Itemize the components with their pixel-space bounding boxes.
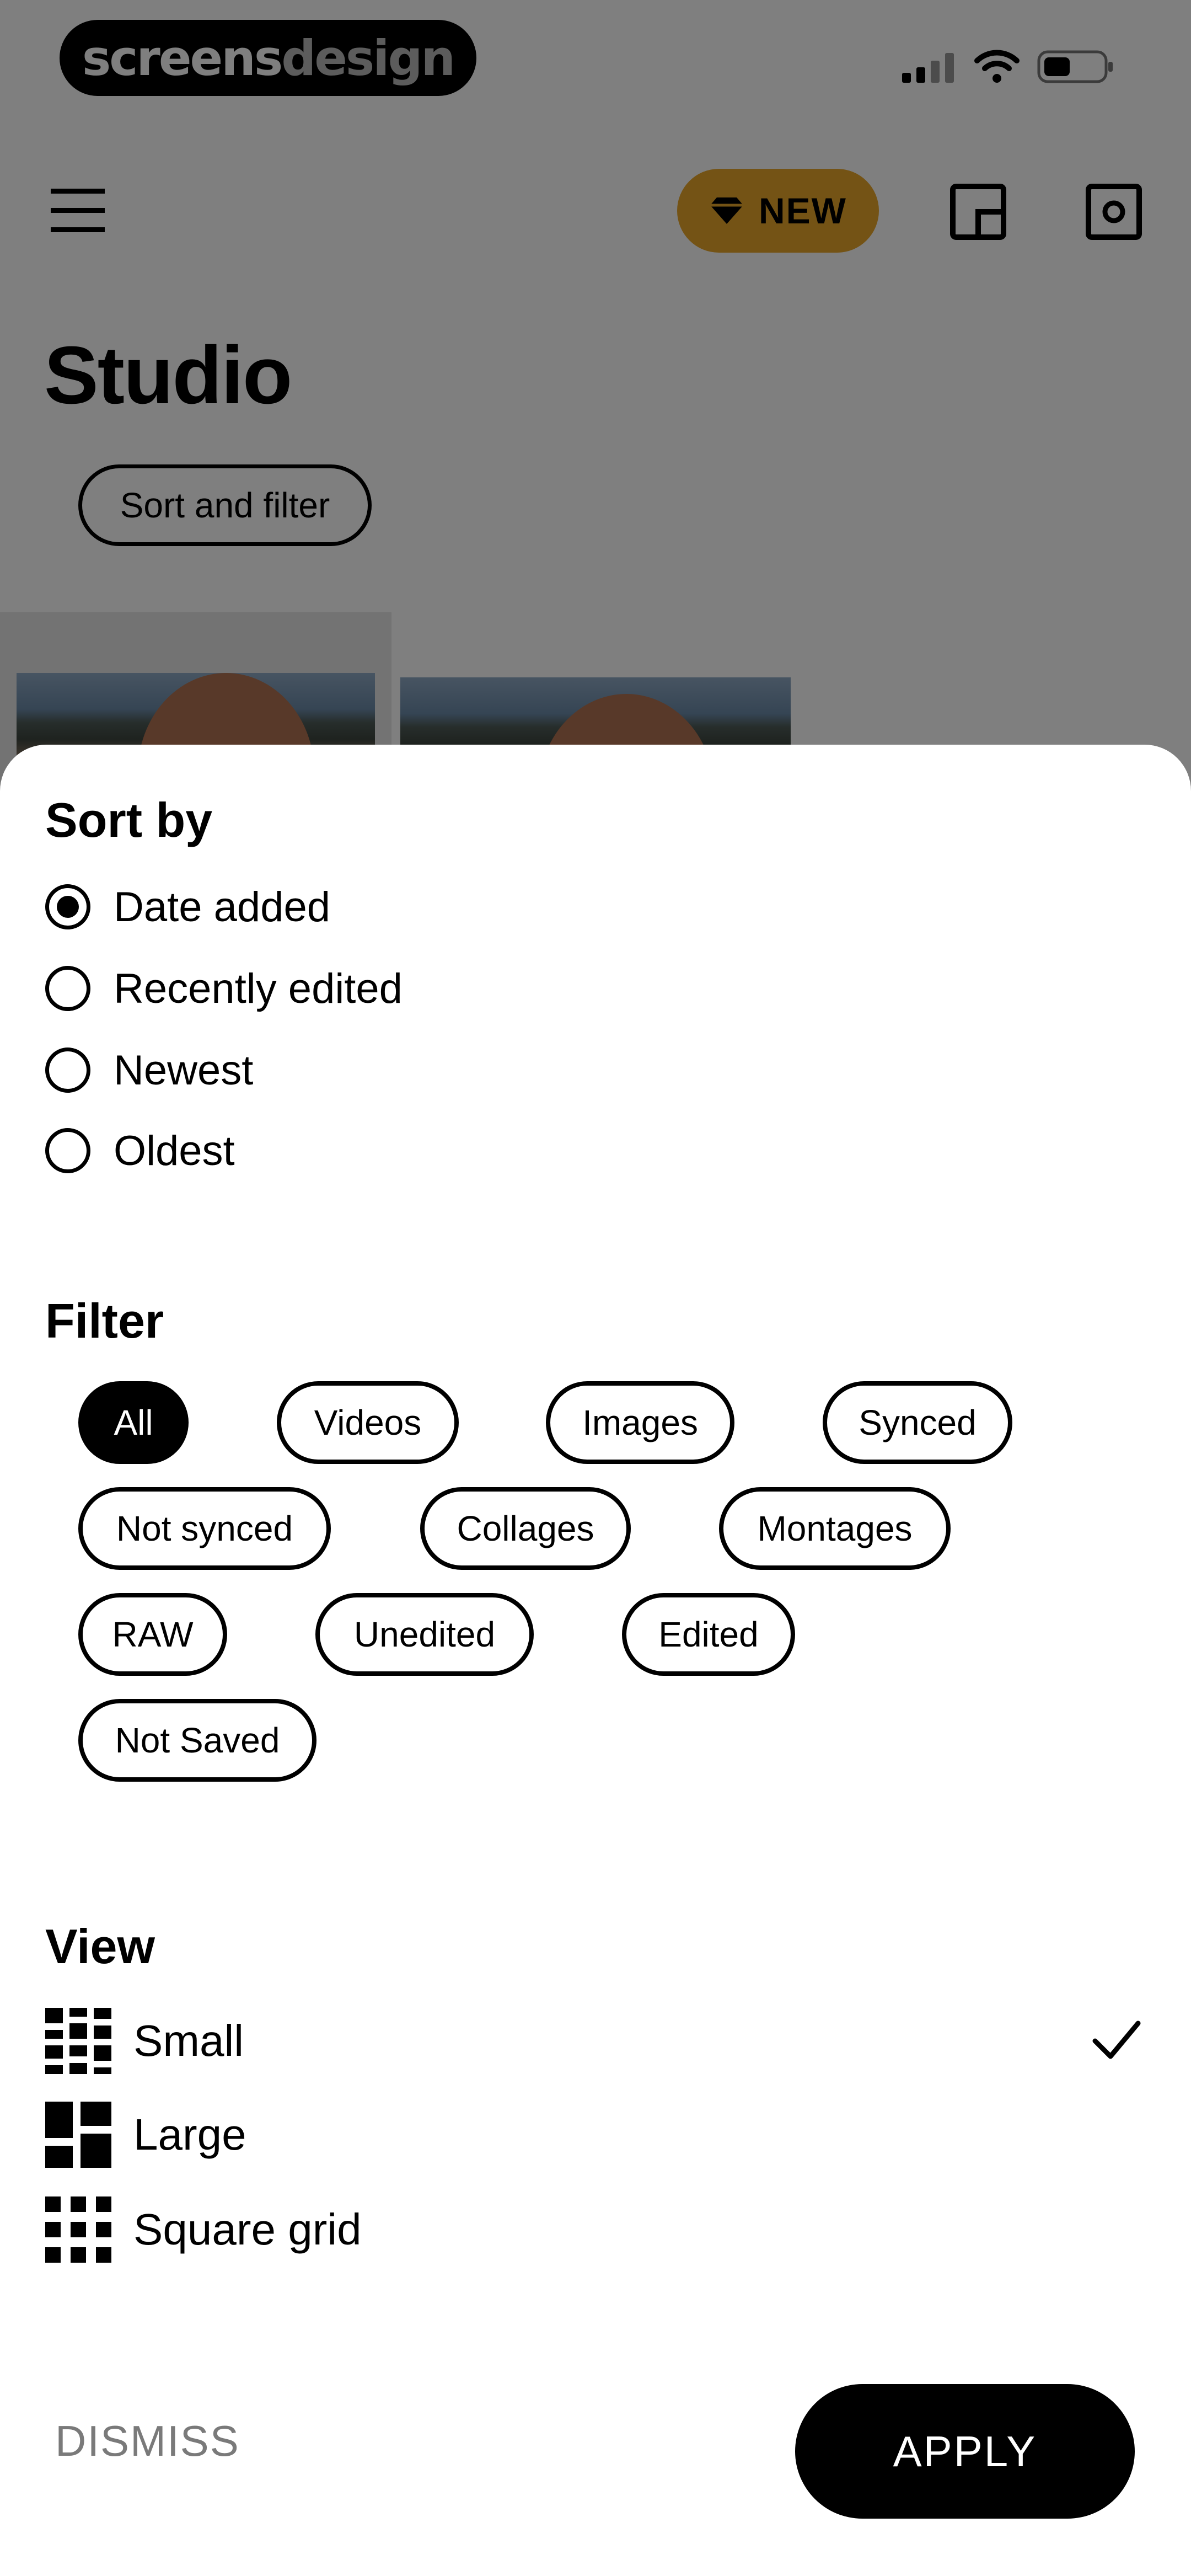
apply-button[interactable]: APPLY: [795, 2384, 1135, 2519]
view-option-label: Large: [133, 2110, 246, 2159]
filter-chip-montages[interactable]: Montages: [719, 1487, 951, 1570]
sort-by-title: Sort by: [45, 793, 213, 847]
view-option-small[interactable]: Small: [45, 2007, 244, 2075]
radio-icon[interactable]: [45, 1128, 90, 1173]
sort-option-label: Newest: [114, 1046, 254, 1094]
view-option-large[interactable]: Large: [45, 2101, 246, 2169]
filter-chip-raw[interactable]: RAW: [78, 1593, 227, 1676]
sort-option-newest[interactable]: Newest: [45, 1037, 253, 1103]
square-grid-icon: [45, 2196, 111, 2263]
filter-chip-synced[interactable]: Synced: [823, 1381, 1012, 1464]
filter-chip-not-saved[interactable]: Not Saved: [78, 1699, 316, 1782]
checkmark-icon: [1092, 2021, 1141, 2059]
sort-filter-sheet: Sort by Date added Recently edited Newes…: [0, 745, 1191, 2576]
radio-icon[interactable]: [45, 966, 90, 1011]
filter-chip-not-synced[interactable]: Not synced: [78, 1487, 331, 1570]
radio-selected-icon[interactable]: [45, 884, 90, 929]
filter-chip-videos[interactable]: Videos: [277, 1381, 459, 1464]
sort-option-label: Recently edited: [114, 965, 403, 1012]
view-option-square-grid[interactable]: Square grid: [45, 2195, 362, 2264]
large-grid-icon: [45, 2102, 111, 2168]
sort-option-label: Date added: [114, 883, 330, 931]
filter-chip-all[interactable]: All: [78, 1381, 189, 1464]
filter-chip-images[interactable]: Images: [546, 1381, 734, 1464]
filter-chip-edited[interactable]: Edited: [622, 1593, 795, 1676]
sort-option-date-added[interactable]: Date added: [45, 874, 330, 940]
radio-icon[interactable]: [45, 1047, 90, 1093]
filter-chip-unedited[interactable]: Unedited: [315, 1593, 534, 1676]
small-grid-icon: [45, 2008, 111, 2074]
sort-option-oldest[interactable]: Oldest: [45, 1118, 235, 1184]
dismiss-button[interactable]: DISMISS: [55, 2416, 240, 2466]
filter-chip-collages[interactable]: Collages: [420, 1487, 631, 1570]
view-option-label: Small: [133, 2016, 244, 2065]
filter-title: Filter: [45, 1294, 164, 1348]
view-title: View: [45, 1919, 155, 1974]
sort-option-label: Oldest: [114, 1127, 235, 1174]
view-option-label: Square grid: [133, 2205, 362, 2254]
sort-option-recently-edited[interactable]: Recently edited: [45, 955, 403, 1022]
